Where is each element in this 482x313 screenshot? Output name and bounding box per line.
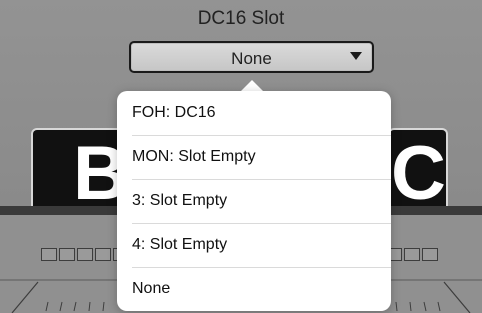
caret-down-icon (350, 52, 362, 60)
slot-select-dropdown[interactable]: None (129, 41, 374, 73)
menu-item-label: 3: Slot Empty (132, 192, 228, 209)
slot-indicators-left (41, 248, 129, 261)
slot-indicators-right (386, 248, 438, 261)
panel-letter-right: C (391, 131, 446, 216)
menu-item-label: FOH: DC16 (132, 104, 216, 121)
card-slot-panel-left: B (31, 128, 128, 214)
menu-item-4[interactable]: 4: Slot Empty (117, 223, 391, 267)
menu-item-mon[interactable]: MON: Slot Empty (117, 135, 391, 179)
slot-select-value: None (231, 49, 272, 68)
menu-item-foh[interactable]: FOH: DC16 (117, 91, 391, 135)
card-slot-panel-right: C (388, 128, 448, 214)
menu-item-label: None (132, 280, 171, 297)
slot-options-popover: FOH: DC16 MON: Slot Empty 3: Slot Empty … (117, 91, 391, 311)
menu-item-label: MON: Slot Empty (132, 148, 256, 165)
menu-item-3[interactable]: 3: Slot Empty (117, 179, 391, 223)
page-title: DC16 Slot (197, 8, 285, 29)
menu-item-none[interactable]: None (117, 267, 391, 311)
menu-item-label: 4: Slot Empty (132, 236, 228, 253)
